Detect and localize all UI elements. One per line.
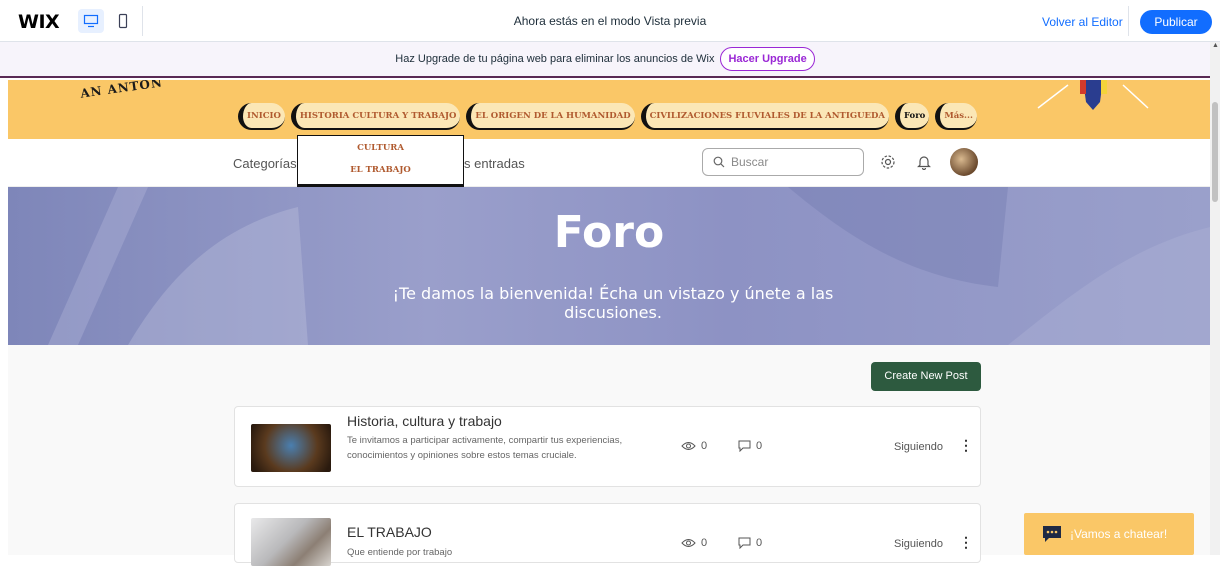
nav-dropdown-menu: CULTURA EL TRABAJO — [297, 135, 464, 185]
site-navigation: INICIO HISTORIA CULTURA Y TRABAJO EL ORI… — [238, 103, 977, 131]
category-description: Te invitamos a participar activamente, c… — [347, 435, 623, 462]
scrollbar-thumb[interactable] — [1212, 102, 1218, 202]
gear-icon — [881, 155, 895, 169]
entries-link[interactable]: s entradas — [464, 156, 525, 171]
dropdown-item-cultura[interactable]: CULTURA — [298, 143, 463, 153]
search-input[interactable]: Buscar — [702, 148, 864, 176]
settings-button[interactable] — [878, 152, 898, 172]
more-options-icon[interactable]: ⋮ — [959, 437, 973, 454]
comments-value: 0 — [756, 440, 763, 452]
publish-button[interactable]: Publicar — [1140, 10, 1212, 34]
nav-foro[interactable]: Foro — [894, 103, 930, 130]
hero-subtitle: ¡Te damos la bienvenida! Écha un vistazo… — [392, 284, 834, 323]
nav-historia-cultura-trabajo[interactable]: HISTORIA CULTURA Y TRABAJO — [290, 103, 461, 130]
comments-count: 0 — [738, 537, 762, 549]
nav-civilizaciones[interactable]: CIVILIZACIONES FLUVIALES DE LA ANTIGUEDA — [640, 103, 889, 130]
comment-icon — [738, 440, 751, 452]
divider — [1128, 6, 1129, 36]
categories-link[interactable]: Categorías — [233, 156, 297, 171]
upgrade-text: Haz Upgrade de tu página web para elimin… — [395, 53, 715, 65]
views-count: 0 — [681, 537, 707, 549]
create-new-post-button[interactable]: Create New Post — [871, 362, 981, 391]
nav-mas[interactable]: Más... — [935, 103, 977, 130]
upgrade-banner: Haz Upgrade de tu página web para elimin… — [0, 42, 1210, 78]
category-thumbnail — [251, 518, 331, 566]
more-options-icon[interactable]: ⋮ — [959, 534, 973, 551]
eye-icon — [681, 442, 696, 450]
forum-toolbar — [8, 139, 1210, 187]
chat-widget-button[interactable]: ¡Vamos a chatear! — [1024, 513, 1194, 555]
header-emblem-icon — [1037, 80, 1149, 110]
category-title[interactable]: EL TRABAJO — [347, 524, 432, 540]
views-value: 0 — [701, 537, 708, 549]
site-logo-text[interactable]: AN ANTON — [79, 80, 163, 101]
dropdown-item-el-trabajo[interactable]: EL TRABAJO — [298, 165, 463, 175]
bell-icon — [917, 156, 931, 170]
user-avatar[interactable] — [950, 148, 978, 176]
scroll-up-arrow-icon[interactable]: ▲ — [1212, 42, 1219, 49]
upgrade-button[interactable]: Hacer Upgrade — [720, 47, 815, 71]
preview-mode-text: Ahora estás en el modo Vista previa — [513, 14, 707, 28]
following-button[interactable]: Siguiendo — [894, 441, 943, 453]
category-description: Que entiende por trabajo — [347, 547, 453, 558]
comments-count: 0 — [738, 440, 762, 452]
page-title: Foro — [553, 207, 665, 258]
chat-label: ¡Vamos a chatear! — [1070, 527, 1168, 541]
chat-bubble-icon — [1043, 526, 1061, 542]
nav-origen-humanidad[interactable]: EL ORIGEN DE LA HUMANIDAD — [466, 103, 635, 130]
search-placeholder: Buscar — [731, 155, 769, 169]
eye-icon — [681, 539, 696, 547]
category-title[interactable]: Historia, cultura y trabajo — [347, 413, 502, 429]
wix-preview-bar: WIX Ahora estás en el modo Vista previa … — [0, 0, 1220, 42]
comments-value: 0 — [756, 537, 763, 549]
search-icon — [713, 156, 725, 168]
views-count: 0 — [681, 440, 707, 452]
category-card[interactable]: EL TRABAJO Que entiende por trabajo 0 0 … — [234, 503, 981, 566]
forum-hero: Foro ¡Te damos la bienvenida! Écha un vi… — [8, 187, 1210, 345]
category-thumbnail — [251, 424, 331, 472]
notifications-button[interactable] — [914, 152, 934, 172]
category-card[interactable]: Historia, cultura y trabajo Te invitamos… — [234, 406, 981, 487]
back-to-editor-link[interactable]: Volver al Editor — [1042, 15, 1123, 29]
views-value: 0 — [701, 440, 708, 452]
comment-icon — [738, 537, 751, 549]
following-button[interactable]: Siguiendo — [894, 538, 943, 550]
nav-inicio[interactable]: INICIO — [238, 103, 285, 130]
